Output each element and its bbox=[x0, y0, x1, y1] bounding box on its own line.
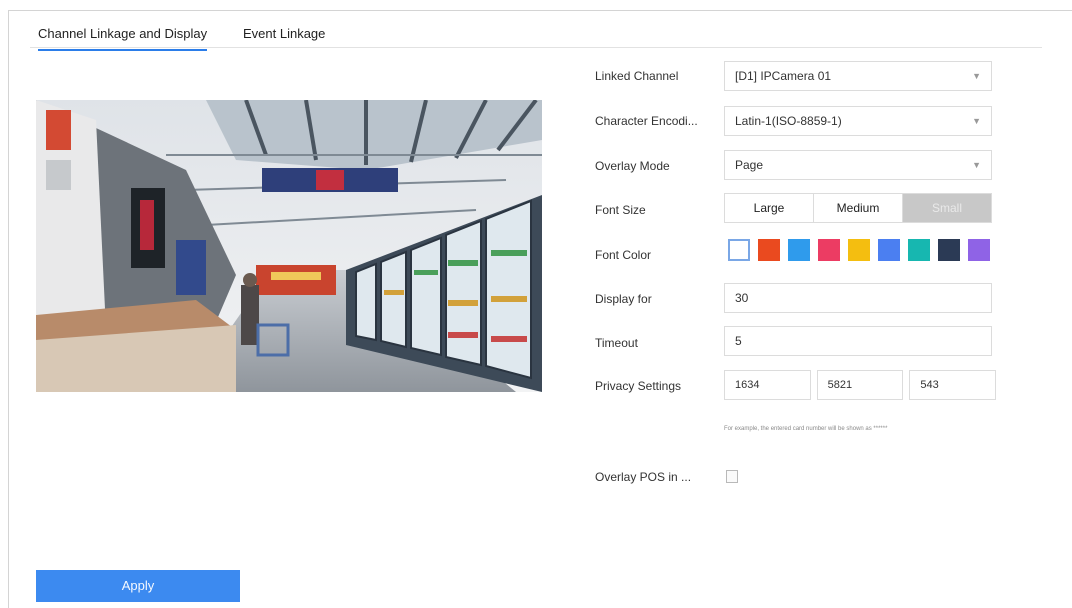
camera-preview-image bbox=[36, 100, 542, 392]
timeout-label: Timeout bbox=[595, 336, 638, 350]
privacy-hint: For example, the entered card number wil… bbox=[724, 426, 888, 432]
timeout-input[interactable]: 5 bbox=[724, 326, 992, 356]
privacy-field-1[interactable]: 1634 bbox=[724, 370, 811, 400]
privacy-settings-group: 1634 5821 543 bbox=[724, 370, 997, 400]
font-color-swatch-4[interactable] bbox=[818, 239, 840, 261]
font-size-segmented-control: Large Medium Small bbox=[724, 193, 992, 223]
apply-button[interactable]: Apply bbox=[36, 570, 240, 602]
privacy-field-3[interactable]: 543 bbox=[909, 370, 997, 400]
font-color-swatch-6[interactable] bbox=[878, 239, 900, 261]
font-color-label: Font Color bbox=[595, 248, 652, 262]
linked-channel-select[interactable]: [D1] IPCamera 01 ▼ bbox=[724, 61, 992, 91]
overlay-mode-value: Page bbox=[735, 158, 764, 172]
font-color-swatches bbox=[728, 239, 990, 261]
chevron-down-icon: ▼ bbox=[972, 116, 981, 126]
font-size-label: Font Size bbox=[595, 203, 646, 217]
character-encoding-select[interactable]: Latin-1(ISO-8859-1) ▼ bbox=[724, 106, 992, 136]
tab-channel-linkage-and-display[interactable]: Channel Linkage and Display bbox=[38, 26, 208, 51]
timeout-value: 5 bbox=[735, 334, 742, 348]
font-size-small-button[interactable]: Small bbox=[903, 194, 991, 222]
linked-channel-label: Linked Channel bbox=[595, 69, 679, 83]
font-size-large-button[interactable]: Large bbox=[725, 194, 814, 222]
character-encoding-label: Character Encodi... bbox=[595, 114, 698, 128]
privacy-field-2[interactable]: 5821 bbox=[816, 370, 904, 400]
character-encoding-value: Latin-1(ISO-8859-1) bbox=[735, 114, 842, 128]
tab-event-linkage[interactable]: Event Linkage bbox=[243, 26, 325, 49]
linked-channel-value: [D1] IPCamera 01 bbox=[735, 69, 832, 83]
font-size-medium-button[interactable]: Medium bbox=[814, 194, 903, 222]
font-color-swatch-7[interactable] bbox=[908, 239, 930, 261]
font-color-swatch-1[interactable] bbox=[728, 239, 750, 261]
chevron-down-icon: ▼ bbox=[972, 160, 981, 170]
chevron-down-icon: ▼ bbox=[972, 71, 981, 81]
display-for-label: Display for bbox=[595, 292, 652, 306]
font-color-swatch-8[interactable] bbox=[938, 239, 960, 261]
display-for-input[interactable]: 30 bbox=[724, 283, 992, 313]
display-for-value: 30 bbox=[735, 291, 749, 305]
font-color-swatch-5[interactable] bbox=[848, 239, 870, 261]
font-color-swatch-2[interactable] bbox=[758, 239, 780, 261]
camera-preview bbox=[36, 100, 542, 392]
overlay-mode-label: Overlay Mode bbox=[595, 159, 670, 173]
font-color-swatch-9[interactable] bbox=[968, 239, 990, 261]
overlay-pos-checkbox[interactable] bbox=[726, 470, 738, 483]
overlay-mode-select[interactable]: Page ▼ bbox=[724, 150, 992, 180]
overlay-pos-label: Overlay POS in ... bbox=[595, 470, 692, 484]
font-color-swatch-3[interactable] bbox=[788, 239, 810, 261]
privacy-settings-label: Privacy Settings bbox=[595, 379, 682, 393]
tab-bar: Channel Linkage and Display Event Linkag… bbox=[30, 18, 1042, 51]
